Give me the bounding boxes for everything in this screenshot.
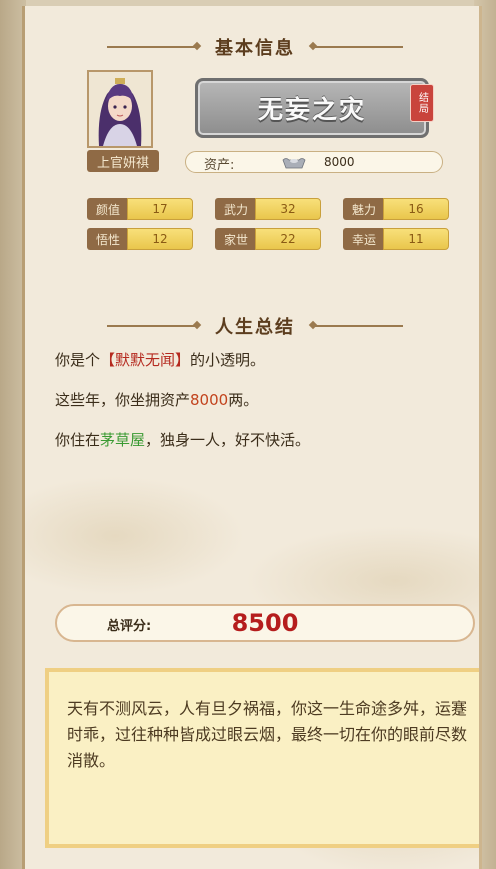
- stat-value: 22: [255, 228, 321, 250]
- stat-insight: 悟性 12: [87, 228, 193, 250]
- assets-value: 8000: [324, 155, 355, 169]
- summary-line-home: 你住在茅草屋，独身一人，好不快活。: [55, 429, 310, 450]
- stat-label: 武力: [215, 198, 257, 220]
- result-panel: 基本信息 上官妍祺 无妄之灾 结局 资产: 8000 颜值 17 武力 32 魅…: [22, 6, 482, 869]
- portrait-icon: [89, 72, 151, 146]
- stat-value: 16: [383, 198, 449, 220]
- divider-ornament: [313, 325, 403, 327]
- summary-text: 你是个: [55, 351, 101, 369]
- summary-text: 的小透明。: [190, 351, 266, 369]
- stat-luck: 幸运 11: [343, 228, 449, 250]
- summary-text: 这些年，你坐拥资产: [55, 391, 191, 409]
- summary-text: 两。: [228, 391, 259, 409]
- stat-label: 家世: [215, 228, 257, 250]
- stat-charm: 魅力 16: [343, 198, 449, 220]
- home-highlight: 茅草屋: [100, 431, 146, 449]
- character-name: 上官妍祺: [87, 150, 159, 172]
- assets-bar: 资产: 8000: [185, 151, 443, 173]
- total-score-bar: 8500 总评分:: [55, 604, 475, 642]
- fame-highlight: 【默默无闻】: [100, 351, 191, 369]
- stat-family: 家世 22: [215, 228, 321, 250]
- verdict-text: 天有不测风云，人有旦夕祸福，你这一生命途多舛，运蹇时乖，过往种种皆成过眼云烟，最…: [67, 699, 468, 770]
- stat-value: 17: [127, 198, 193, 220]
- stat-strength: 武力 32: [215, 198, 321, 220]
- stat-label: 悟性: [87, 228, 129, 250]
- verdict-box: 天有不测风云，人有旦夕祸福，你这一生命途多舛，运蹇时乖，过往种种皆成过眼云烟，最…: [45, 668, 479, 848]
- summary-line-fame: 你是个【默默无闻】的小透明。: [55, 349, 265, 370]
- stat-value: 32: [255, 198, 321, 220]
- stat-label: 颜值: [87, 198, 129, 220]
- summary-line-assets: 这些年，你坐拥资产8000两。: [55, 389, 258, 410]
- silver-ingot-icon: [282, 158, 306, 169]
- character-avatar: [87, 70, 153, 148]
- total-score-label: 总评分:: [107, 619, 152, 634]
- basic-info-title: 基本信息: [215, 38, 295, 59]
- life-summary-header: 人生总结: [25, 311, 479, 341]
- divider-ornament: [313, 46, 403, 48]
- life-summary-title: 人生总结: [215, 317, 295, 338]
- cloud-decoration: [25, 476, 245, 596]
- assets-highlight: 8000: [190, 391, 229, 409]
- summary-text: 你住在: [55, 431, 101, 449]
- stat-label: 幸运: [343, 228, 385, 250]
- assets-label: 资产:: [204, 158, 235, 173]
- ending-title-plate: 无妄之灾: [195, 78, 429, 138]
- stat-value: 12: [127, 228, 193, 250]
- divider-ornament: [107, 46, 197, 48]
- divider-ornament: [107, 325, 197, 327]
- stat-value: 11: [383, 228, 449, 250]
- summary-text: ，独身一人，好不快活。: [145, 431, 311, 449]
- ending-title: 无妄之灾: [257, 95, 366, 124]
- basic-info-header: 基本信息: [25, 32, 479, 62]
- stat-looks: 颜值 17: [87, 198, 193, 220]
- stat-label: 魅力: [343, 198, 385, 220]
- ending-badge: 结局: [410, 84, 434, 122]
